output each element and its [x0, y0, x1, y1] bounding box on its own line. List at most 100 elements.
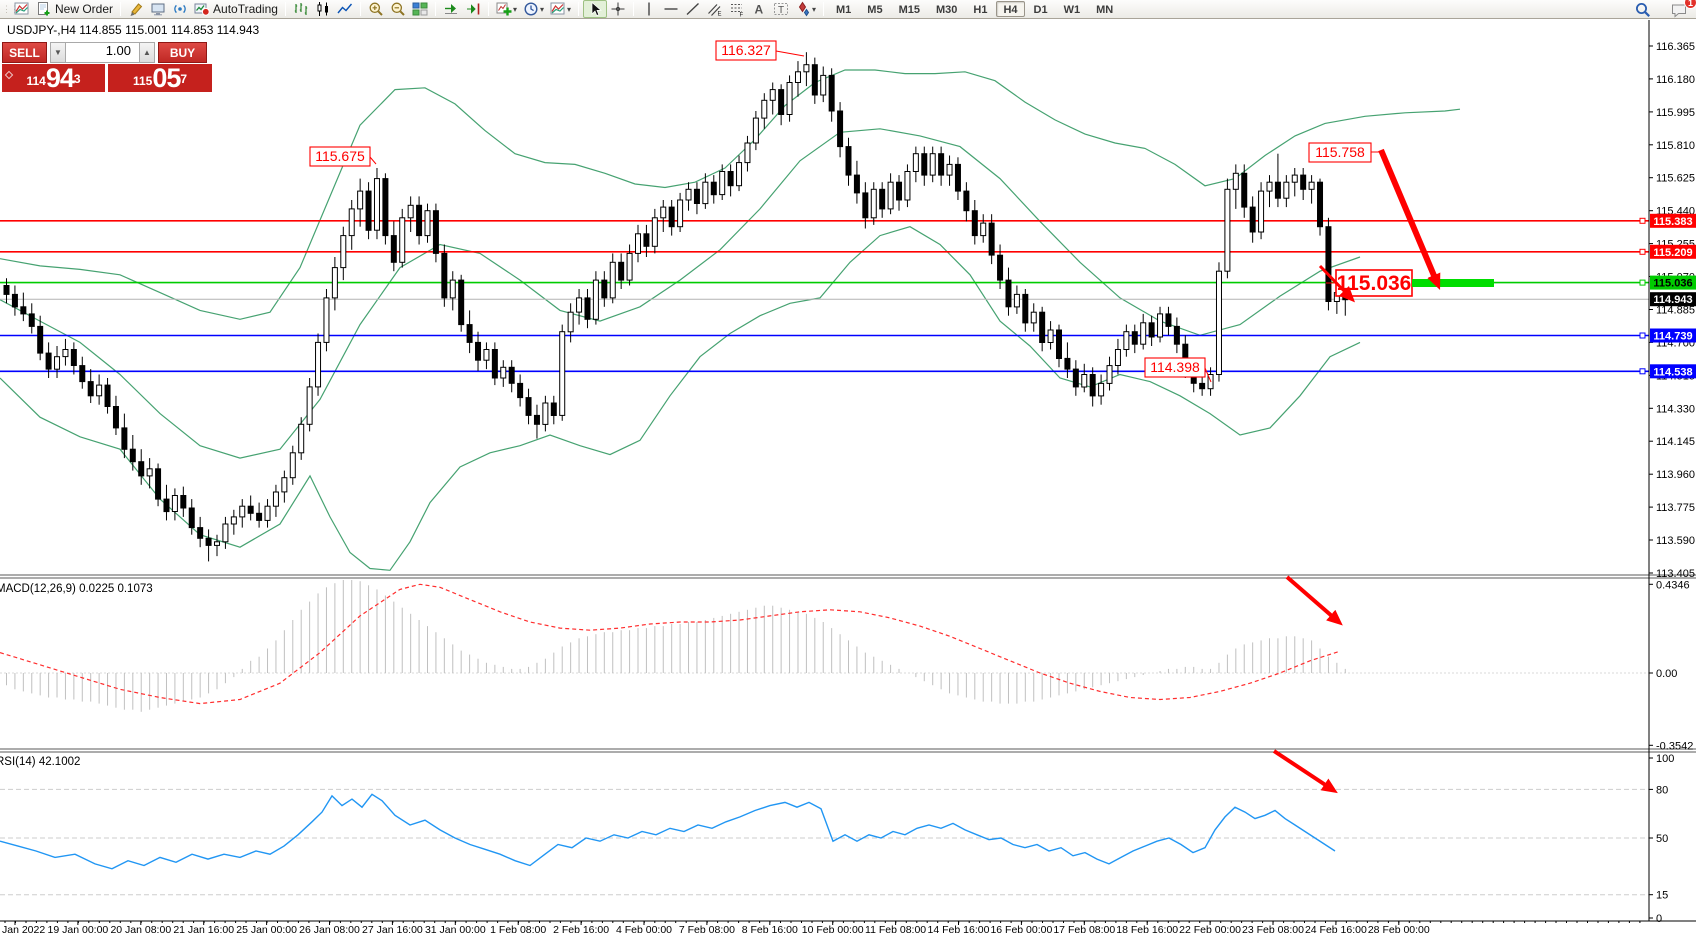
equidistant-channel-button[interactable]: E [704, 0, 726, 18]
time-axis-label: Jan 2022 [2, 924, 45, 936]
timeframe-d1-button[interactable]: D1 [1027, 1, 1055, 17]
chart-canvas[interactable]: 116.327 115.675 115.758 114.398 115.036 MACD(… [0, 19, 1696, 936]
toolbar-separator [360, 2, 361, 16]
hline-handle[interactable] [1640, 249, 1645, 254]
price-label-115.036[interactable]: 115.036 [1336, 270, 1412, 296]
new-order-button[interactable]: New Order [33, 0, 116, 18]
chart-shift-button[interactable] [462, 0, 484, 18]
buy-price-display[interactable]: 115057 [108, 64, 212, 92]
hline-handle[interactable] [1640, 333, 1645, 338]
svg-text:115.995: 115.995 [1656, 107, 1695, 119]
volume-up-button[interactable]: ▲ [139, 42, 155, 63]
svg-text:15: 15 [1656, 890, 1668, 902]
volume-input[interactable]: 1.00 [66, 42, 139, 63]
periods-button[interactable]: ▾ [520, 0, 547, 18]
crosshair-button[interactable] [607, 0, 629, 18]
time-axis-label: 16 Feb 00:00 [990, 924, 1052, 936]
svg-text:116.365: 116.365 [1656, 41, 1695, 53]
timeframe-m30-button[interactable]: M30 [929, 1, 964, 17]
axis-price-badge: 114.943 [1650, 292, 1696, 306]
time-axis-label: 10 Feb 00:00 [802, 924, 864, 936]
svg-text:E: E [718, 12, 722, 18]
templates-button[interactable]: ▾ [547, 0, 574, 18]
zoom-out-button[interactable] [387, 0, 409, 18]
price-label-116.327[interactable]: 116.327 [716, 41, 776, 60]
svg-text:115.036: 115.036 [1337, 272, 1412, 295]
svg-text:0.00: 0.00 [1656, 668, 1677, 680]
hline-handle[interactable] [1640, 218, 1645, 223]
hline-handle[interactable] [1640, 369, 1645, 374]
svg-text:114.885: 114.885 [1656, 305, 1695, 317]
signals-button[interactable] [169, 0, 191, 18]
svg-text:114.943: 114.943 [1653, 294, 1692, 306]
toolbar-separator [435, 2, 436, 16]
tile-windows-button[interactable] [409, 0, 431, 18]
svg-text:-0.3542: -0.3542 [1656, 740, 1693, 752]
timeframe-h1-button[interactable]: H1 [966, 1, 994, 17]
sell-price-display[interactable]: 114943 [2, 64, 105, 92]
vline-icon [641, 1, 657, 17]
time-axis-label: 14 Feb 16:00 [928, 924, 990, 936]
trendline-icon [685, 1, 701, 17]
buy-price-small: 115 [133, 71, 152, 91]
sell-button[interactable]: SELL [2, 42, 47, 63]
text-button[interactable]: A [748, 0, 770, 18]
text-label-button[interactable]: T [770, 0, 792, 18]
svg-text:115.036: 115.036 [1653, 278, 1692, 290]
trendline-button[interactable] [682, 0, 704, 18]
timeframe-m1-button[interactable]: M1 [829, 1, 858, 17]
price-label-115.758[interactable]: 115.758 [1309, 143, 1371, 162]
svg-text:F: F [740, 13, 744, 18]
linechart-icon [337, 1, 353, 17]
new-chart-button[interactable] [11, 0, 33, 18]
macd-indicator-label: MACD(12,26,9) 0.0225 0.1073 [0, 583, 153, 595]
toolbar-separator [578, 2, 579, 16]
channel-icon: E [707, 1, 723, 17]
buy-button[interactable]: BUY [158, 42, 207, 63]
timeframe-h4-button[interactable]: H4 [996, 1, 1024, 17]
timeframe-mn-button[interactable]: MN [1089, 1, 1120, 17]
line-chart-button[interactable] [334, 0, 356, 18]
timeframe-w1-button[interactable]: W1 [1057, 1, 1088, 17]
time-axis-label: 20 Jan 08:00 [110, 924, 171, 936]
horizontal-line-button[interactable] [660, 0, 682, 18]
buy-price-big: 05 [152, 65, 180, 91]
svg-text:115.810: 115.810 [1656, 140, 1695, 152]
svg-text:114.538: 114.538 [1653, 366, 1692, 378]
zoom-in-button[interactable] [365, 0, 387, 18]
search-button[interactable] [1632, 1, 1654, 19]
autotrading-button[interactable]: AutoTrading [191, 0, 281, 18]
shapes-icon [795, 1, 811, 17]
candles-icon [315, 1, 331, 17]
expert-advisors-button[interactable] [147, 0, 169, 18]
marker-icon [128, 1, 144, 17]
rsi-indicator-label: RSI(14) 42.1002 [0, 756, 80, 768]
time-axis-label: 18 Feb 16:00 [1116, 924, 1178, 936]
time-axis-label: 17 Feb 08:00 [1053, 924, 1115, 936]
hline-handle[interactable] [1640, 280, 1645, 285]
bar-chart-button[interactable] [290, 0, 312, 18]
fibo-icon: F [729, 1, 745, 17]
svg-text:113.775: 113.775 [1656, 502, 1695, 514]
vertical-line-button[interactable] [638, 0, 660, 18]
indplus-icon [496, 1, 512, 17]
timeframe-m5-button[interactable]: M5 [860, 1, 889, 17]
volume-down-button[interactable]: ▼ [50, 42, 66, 63]
one-click-trading-panel: SELL ▼ 1.00 ▲ BUY 114943 115057 [2, 42, 212, 92]
auto-scroll-button[interactable] [440, 0, 462, 18]
fibonacci-button[interactable]: F [726, 0, 748, 18]
green-highlight-bar[interactable] [1412, 279, 1494, 287]
arrows-button[interactable]: ▾ [792, 0, 819, 18]
indicators-button[interactable]: ▾ [493, 0, 520, 18]
price-label-115.675[interactable]: 115.675 [310, 147, 370, 166]
marker-button[interactable] [125, 0, 147, 18]
time-axis-label: 28 Feb 00:00 [1368, 924, 1430, 936]
time-axis-label: 22 Feb 00:00 [1179, 924, 1241, 936]
candlestick-chart-button[interactable] [312, 0, 334, 18]
timeframe-m15-button[interactable]: M15 [892, 1, 927, 17]
axis-price-badge: 115.036 [1650, 276, 1696, 290]
price-label-114.398[interactable]: 114.398 [1145, 358, 1205, 377]
notifications-button[interactable]: 1 [1668, 1, 1690, 19]
cursor-button[interactable] [583, 0, 607, 18]
mt4-terminal: { "toolbar": { "items": [ {"name":"new-c… [0, 0, 1696, 936]
